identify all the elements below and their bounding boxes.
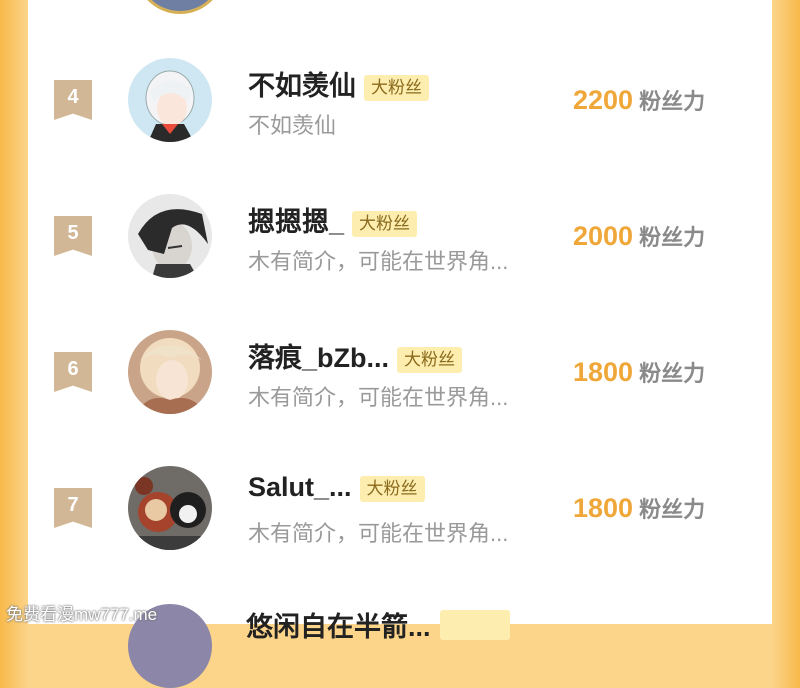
avatar-plush-toys-image (128, 466, 212, 550)
user-bio: 木有简介，可能在世界角... (248, 249, 509, 274)
user-name[interactable]: 悠闲自在半箭... (246, 605, 431, 644)
user-name[interactable]: 不如羡仙 (248, 71, 356, 101)
fan-power: 2200 粉丝力 (573, 84, 705, 116)
user-name[interactable]: Salut_... (248, 472, 352, 502)
fan-power: 1800 粉丝力 (573, 356, 705, 388)
fan-ranking-panel: 4 不如羡仙 大粉丝 不如羡仙 2200 粉丝力 5 摁摁摁_ 大粉丝 木有简介… (28, 0, 772, 624)
rank-badge: 4 (54, 80, 92, 120)
big-fan-badge: 大粉丝 (359, 475, 425, 502)
big-fan-badge: 大粉丝 (397, 346, 462, 373)
avatar[interactable] (128, 194, 212, 278)
rank-badge: 7 (54, 488, 92, 528)
avatar-blonde-image (128, 330, 212, 414)
avatar[interactable] (135, 0, 225, 14)
rank-badge: 5 (54, 216, 92, 256)
avatar[interactable] (128, 58, 212, 142)
fan-power: 1800 粉丝力 (573, 492, 705, 524)
avatar-dark-hair-image (128, 194, 212, 278)
ranking-row[interactable]: 7 Salut_... 大粉丝 木有简介，可能在世界角... 1800 粉丝力 (28, 448, 772, 568)
big-fan-badge: 大粉丝 (352, 210, 418, 237)
ranking-row[interactable]: 5 摁摁摁_ 大粉丝 木有简介，可能在世界角... 2000 粉丝力 (28, 176, 772, 296)
user-name[interactable]: 落痕_bZb... (248, 343, 389, 373)
fan-power-value: 2000 (573, 221, 634, 251)
ranking-row[interactable]: 4 不如羡仙 大粉丝 不如羡仙 2200 粉丝力 (28, 40, 772, 160)
user-name[interactable]: 摁摁摁_ (248, 207, 344, 237)
fan-power-unit: 粉丝力 (639, 361, 706, 386)
fan-power-value: 1800 (573, 493, 634, 523)
avatar[interactable] (128, 330, 212, 414)
fan-power-value: 1800 (573, 357, 634, 387)
rank-badge: 6 (54, 352, 92, 392)
user-bio: 木有简介，可能在世界角... (248, 521, 509, 546)
big-fan-badge (440, 610, 510, 640)
fan-power-unit: 粉丝力 (639, 497, 706, 522)
ranking-row[interactable]: 6 落痕_bZb... 大粉丝 木有简介，可能在世界角... 1800 粉丝力 (28, 312, 772, 432)
fan-power-unit: 粉丝力 (639, 225, 706, 250)
user-bio: 木有简介，可能在世界角... (248, 385, 509, 410)
avatar[interactable] (128, 466, 212, 550)
user-name-row: 落痕_bZb... 大粉丝 (248, 336, 462, 375)
user-name-row: Salut_... 大粉丝 (248, 472, 425, 503)
big-fan-badge: 大粉丝 (364, 74, 429, 101)
user-bio: 不如羡仙 (248, 113, 337, 138)
fan-power: 2000 粉丝力 (573, 220, 705, 252)
fan-power-unit: 粉丝力 (639, 89, 706, 114)
fan-power-value: 2200 (573, 85, 634, 115)
user-name-row: 不如羡仙 大粉丝 (248, 64, 429, 103)
avatar-white-hair-image (128, 58, 212, 142)
watermark: 免费看漫mw777.me (6, 605, 158, 624)
user-name-row: 摁摁摁_ 大粉丝 (248, 200, 418, 239)
